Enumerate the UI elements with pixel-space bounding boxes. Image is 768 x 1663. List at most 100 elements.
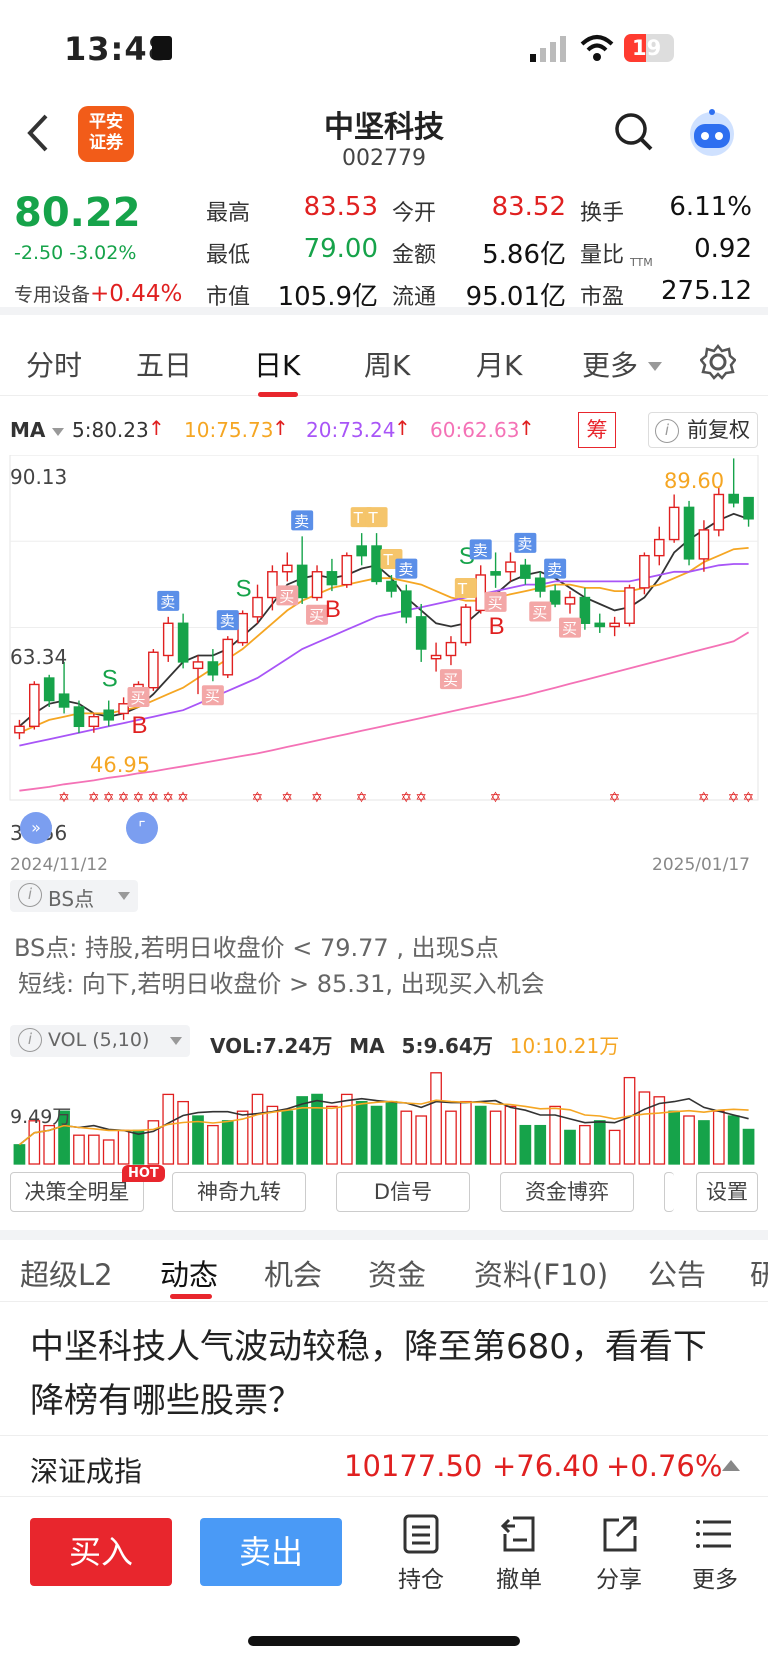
- quote-field-value: 79.00: [303, 234, 378, 264]
- ma-legend[interactable]: MA 5:80.23 ↑ 10:75.73 ↑ 20:73.24 ↑ 60:62…: [0, 410, 768, 450]
- tool-magic-nine[interactable]: 神奇九转: [172, 1172, 306, 1212]
- drawing-tool-icon[interactable]: ⌜: [126, 812, 158, 844]
- candle-body: [88, 715, 100, 728]
- candle-body: [624, 587, 635, 624]
- ctab-super-l2[interactable]: 超级L2: [20, 1252, 113, 1294]
- quote-field-value: 5.86亿: [482, 240, 566, 270]
- chart-period-tabs: 分时 五日 日K 周K 月K 更多: [0, 330, 768, 397]
- collapse-up-icon[interactable]: [722, 1460, 740, 1471]
- vol-caret-icon: [170, 1037, 182, 1045]
- volume-bar: [445, 1110, 457, 1165]
- holdings-button[interactable]: 持仓: [386, 1514, 456, 1594]
- candle-body: [237, 612, 248, 644]
- chip-distribution-button[interactable]: 筹: [578, 412, 616, 448]
- expand-left-icon[interactable]: »: [20, 812, 52, 844]
- ma60-value: 60:62.63: [430, 418, 520, 442]
- candle-body: [222, 638, 234, 676]
- tab-more[interactable]: 更多: [582, 344, 638, 384]
- bs-line-2: 短线: 向下,若明日收盘价 > 85.31, 出现买入机会: [18, 970, 545, 998]
- robot-assistant-icon[interactable]: [686, 106, 738, 158]
- signal-star-icon: ✡: [132, 790, 144, 806]
- ctab-announcements[interactable]: 公告: [648, 1252, 706, 1294]
- ctab-news[interactable]: 动态: [160, 1252, 218, 1294]
- ma-label: MA: [10, 418, 46, 442]
- more-button[interactable]: 更多: [680, 1514, 750, 1594]
- candle-body: [594, 622, 606, 628]
- ctab-f10[interactable]: 资料(F10): [474, 1252, 608, 1294]
- date-start-label: 2024/11/12: [10, 855, 108, 875]
- info-icon: i: [655, 419, 679, 443]
- candle-body: [58, 693, 70, 708]
- bs-info-icon: i: [18, 883, 42, 907]
- candle-body: [356, 545, 367, 557]
- kline-chart[interactable]: S B 买卖买卖 S 买卖买 B T T T 卖买 T S 卖买 B 卖买卖买 ✡ ✡ ✡ ✡ ✡ ✡ ✡ ✡ ✡ ✡ ✡ ✡ ✡ ✡ ✡…: [0, 455, 768, 875]
- settings-gear-icon[interactable]: [700, 344, 736, 380]
- vol-ma-label: MA: [349, 1034, 385, 1058]
- volume-bar: [147, 1120, 160, 1165]
- signal-s: S: [236, 575, 252, 602]
- volume-bar: [504, 1105, 517, 1165]
- volume-bar: [712, 1110, 725, 1165]
- volume-bar: [534, 1124, 547, 1165]
- signal-star-icon: ✡: [103, 790, 115, 806]
- volume-bar: [593, 1120, 606, 1165]
- period-high-label: 89.60: [664, 469, 725, 493]
- ma-caret-icon: [52, 428, 64, 436]
- volume-bar: [251, 1093, 264, 1165]
- date-end-label: 2025/01/17: [652, 855, 750, 875]
- ctab-funds[interactable]: 资金: [368, 1252, 426, 1294]
- volume-chart[interactable]: 9.49万: [0, 1066, 768, 1166]
- candle-body: [475, 574, 487, 612]
- adjust-mode-label: 前复权: [687, 418, 750, 442]
- share-button[interactable]: 分享: [584, 1514, 654, 1594]
- vol-indicator-select[interactable]: i VOL (5,10): [10, 1025, 190, 1057]
- candle-body: [73, 706, 85, 728]
- quote-field-label: 最低: [206, 243, 251, 268]
- quote-field-label: 市盈: [580, 285, 625, 310]
- pe-ttm-superscript: TTM: [630, 256, 653, 269]
- signal-sell: 卖: [220, 612, 235, 630]
- home-indicator: [248, 1636, 520, 1646]
- candle-body: [29, 683, 40, 728]
- tab-monthly-k[interactable]: 月K: [476, 344, 522, 384]
- sell-button[interactable]: 卖出: [200, 1518, 342, 1586]
- search-icon[interactable]: [614, 112, 654, 152]
- volume-bar: [727, 1115, 740, 1165]
- ctab-research[interactable]: 研: [750, 1252, 768, 1294]
- bs-indicator-select[interactable]: i BS点: [10, 880, 138, 912]
- volume-bar: [281, 1110, 294, 1165]
- sector-info[interactable]: 专用设备+0.44%: [14, 280, 182, 307]
- vol-ma10: 10:10.21万: [509, 1034, 620, 1058]
- quote-field-value: 83.53: [303, 192, 378, 222]
- tab-daily-k[interactable]: 日K: [254, 344, 300, 384]
- tool-overflow[interactable]: [664, 1172, 674, 1212]
- signal-star-icon: ✡: [698, 790, 710, 806]
- volume-bar: [102, 1139, 115, 1165]
- news-headline[interactable]: 中坚科技人气波动较稳，降至第680，看看下降榜有哪些股票？: [30, 1320, 740, 1428]
- index-percent: +0.76%: [606, 1449, 723, 1483]
- cancel-order-button[interactable]: 撤单: [484, 1514, 554, 1594]
- tool-fund-game[interactable]: 资金博弈: [500, 1172, 634, 1212]
- index-ticker[interactable]: 深证成指 10177.50 +76.40 +0.76%: [0, 1435, 768, 1497]
- signal-star-icon: ✡: [415, 790, 427, 806]
- sector-label: 专用设备: [14, 284, 91, 306]
- tool-settings-button[interactable]: 设置: [696, 1172, 758, 1212]
- quote-field-value: 105.9亿: [277, 282, 378, 312]
- buy-button[interactable]: 买入: [30, 1518, 172, 1586]
- adjust-mode-button[interactable]: i 前复权: [648, 412, 758, 448]
- tool-d-signal[interactable]: D信号: [336, 1172, 470, 1212]
- signal-T: T: [353, 509, 364, 527]
- wifi-icon: [580, 35, 614, 61]
- ma10-value: 10:75.73: [184, 418, 274, 442]
- ctab-opportunity[interactable]: 机会: [264, 1252, 322, 1294]
- tab-intraday[interactable]: 分时: [26, 344, 82, 384]
- last-price: 80.22: [14, 190, 141, 236]
- vol-ma5: 5:9.64万: [401, 1034, 493, 1058]
- tab-weekly-k[interactable]: 周K: [364, 344, 410, 384]
- signal-s: S: [102, 666, 118, 693]
- tab-five-day[interactable]: 五日: [136, 344, 192, 384]
- signal-b: B: [489, 613, 505, 640]
- signal-star-icon: ✡: [609, 790, 621, 806]
- candle-body: [564, 596, 576, 605]
- signal-buy: 买: [488, 594, 503, 612]
